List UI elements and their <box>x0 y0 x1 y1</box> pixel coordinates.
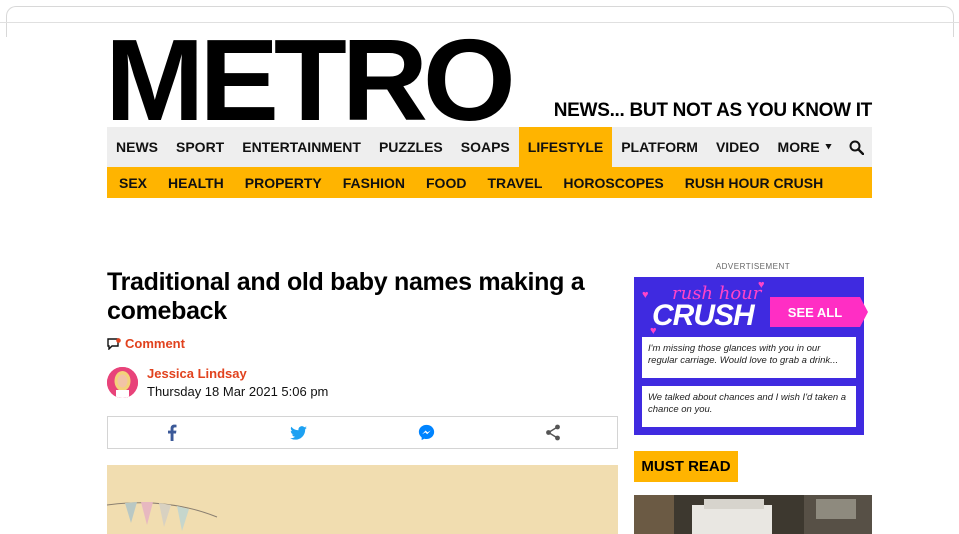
nav-item-platform[interactable]: PLATFORM <box>612 127 707 167</box>
author-avatar[interactable] <box>107 367 138 398</box>
nav-item-puzzles[interactable]: PUZZLES <box>370 127 452 167</box>
author-byline: Jessica Lindsay Thursday 18 Mar 2021 5:0… <box>107 366 328 399</box>
nav-label: PUZZLES <box>378 139 443 155</box>
nav-label: NEWS <box>116 139 158 155</box>
facebook-icon <box>167 424 177 441</box>
share-bar <box>107 416 618 449</box>
messenger-icon <box>418 424 434 441</box>
twitter-icon <box>290 425 308 440</box>
nav-item-soaps[interactable]: SOAPS <box>452 127 519 167</box>
must-read-image[interactable] <box>634 495 872 534</box>
share-messenger-button[interactable] <box>363 417 490 448</box>
share-facebook-button[interactable] <box>108 417 235 448</box>
nav-label: ENTERTAINMENT <box>242 139 361 155</box>
article-hero-image <box>107 465 618 534</box>
nav-item-entertainment[interactable]: ENTERTAINMENT <box>233 127 370 167</box>
nav-item-more[interactable]: MORE ⯆ <box>769 127 842 167</box>
rhc-crush-title: CRUSH <box>652 299 755 332</box>
subnav-item-horoscopes[interactable]: HOROSCOPES <box>554 175 675 191</box>
subnav-item-food[interactable]: FOOD <box>417 175 478 191</box>
comment-link[interactable]: Comment <box>107 336 185 351</box>
nav-label: SPORT <box>176 139 225 155</box>
nav-item-video[interactable]: VIDEO <box>707 127 769 167</box>
lifestyle-subnav: SEX HEALTH PROPERTY FASHION FOOD TRAVEL … <box>107 167 872 198</box>
subnav-item-health[interactable]: HEALTH <box>159 175 236 191</box>
nav-item-sport[interactable]: SPORT <box>167 127 233 167</box>
subnav-item-fashion[interactable]: FASHION <box>334 175 417 191</box>
main-nav: NEWS SPORT ENTERTAINMENT PUZZLES SOAPS L… <box>107 127 872 167</box>
see-all-button[interactable]: SEE ALL <box>770 297 868 327</box>
advertisement-label: ADVERTISEMENT <box>715 262 791 271</box>
must-read-heading: MUST READ <box>634 451 738 482</box>
nav-item-news[interactable]: NEWS <box>107 127 167 167</box>
nav-label: LIFESTYLE <box>527 139 604 155</box>
search-button[interactable] <box>842 127 872 167</box>
hero-bunting-illustration <box>107 465 618 534</box>
comment-label: Comment <box>125 336 185 351</box>
search-icon <box>849 140 865 155</box>
rhc-message[interactable]: I'm missing those glances with you in ou… <box>642 337 856 378</box>
nav-label: MORE <box>777 139 820 155</box>
subnav-item-travel[interactable]: TRAVEL <box>478 175 554 191</box>
share-icon <box>546 424 561 441</box>
share-more-button[interactable] <box>490 417 617 448</box>
nav-label: VIDEO <box>715 139 760 155</box>
must-read-thumbnail <box>634 495 872 534</box>
rush-hour-crush-widget[interactable]: ♥ ♥ ♥ rush hour CRUSH SEE ALL I'm missin… <box>634 277 868 435</box>
double-chevron-down-icon: ⯆ <box>824 141 833 153</box>
publish-date: Thursday 18 Mar 2021 5:06 pm <box>147 384 329 399</box>
avatar-portrait <box>107 367 138 398</box>
nav-label: PLATFORM <box>621 139 698 155</box>
article-headline: Traditional and old baby names making a … <box>107 268 585 325</box>
nav-label: SOAPS <box>460 139 510 155</box>
subnav-item-rush-hour-crush[interactable]: RUSH HOUR CRUSH <box>676 175 835 191</box>
rhc-message[interactable]: We talked about chances and I wish I'd t… <box>642 386 856 427</box>
metro-logo[interactable]: METRO <box>105 22 516 138</box>
comment-icon <box>107 337 121 350</box>
tagline: NEWS... BUT NOT AS YOU KNOW IT <box>553 100 873 121</box>
author-name[interactable]: Jessica Lindsay <box>147 366 328 381</box>
subnav-item-property[interactable]: PROPERTY <box>236 175 334 191</box>
nav-item-lifestyle[interactable]: LIFESTYLE <box>518 127 613 167</box>
subnav-item-sex[interactable]: SEX <box>110 175 159 191</box>
share-twitter-button[interactable] <box>235 417 362 448</box>
heart-icon: ♥ <box>642 289 649 301</box>
